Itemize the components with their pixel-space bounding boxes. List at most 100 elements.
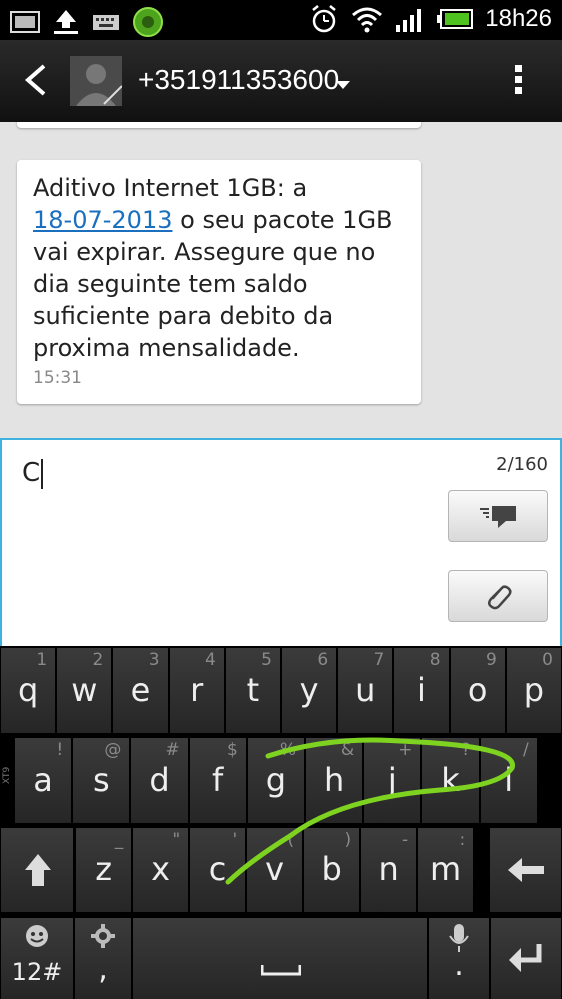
shift-key[interactable] [1,828,73,912]
status-time: 18h26 [485,5,552,32]
key-hint: ) [344,830,352,850]
chevron-down-icon[interactable] [336,80,350,90]
key-o[interactable]: 9o [450,648,505,733]
app-badge-icon [132,6,164,38]
message-thread[interactable]: Aditivo Internet 1GB: a 18-07-2013 o seu … [0,122,562,438]
send-button[interactable] [448,490,548,542]
key-w[interactable]: 2w [57,648,112,733]
key-label: v [265,850,285,888]
conversation-header: +351911353600 [0,40,562,122]
key-z[interactable]: _ z [76,828,132,912]
period-key[interactable]: . [429,918,489,999]
key-d[interactable]: # d [131,738,188,823]
key-v[interactable]: (v [247,828,303,912]
key-hint: 7 [373,650,385,670]
key-label: b [321,850,342,888]
key-hint: : [459,830,466,850]
key-label: x [151,850,171,888]
key-hint: & [340,740,355,760]
key-u[interactable]: 7u [338,648,393,733]
key-r[interactable]: 4r [169,648,224,733]
emoji-icon [25,924,49,948]
message-input[interactable]: C [22,458,44,489]
key-label: j [387,760,397,799]
wifi-icon [351,5,383,33]
send-icon [478,503,518,529]
key-hint: + [398,740,413,760]
avatar[interactable] [70,56,122,106]
key-f[interactable]: $ f [189,738,246,823]
key-label: p [523,670,545,709]
shift-icon [25,854,51,886]
symbols-key[interactable]: 12# [1,918,73,999]
key-hint: 8 [429,650,441,670]
backspace-key[interactable] [490,828,561,912]
key-m[interactable]: :m [418,828,474,912]
enter-key[interactable] [491,918,561,999]
key-e[interactable]: 3e [113,648,168,733]
key-hint: 3 [148,650,160,670]
key-hint: - [402,830,409,850]
key-p[interactable]: 0p [506,648,561,733]
key-x[interactable]: " x [133,828,189,912]
key-label: l [504,760,514,799]
key-a[interactable]: ! a [15,738,72,823]
key-g[interactable]: % g [247,738,304,823]
key-j[interactable]: + j [364,738,421,823]
key-n[interactable]: -n [361,828,417,912]
back-icon[interactable] [22,62,48,98]
key-label: i [417,670,426,709]
key-hint: $ [226,740,238,760]
keyboard-icon [92,12,120,32]
key-label: h [323,760,345,799]
key-q[interactable]: 1q [1,648,56,733]
key-label: g [265,760,287,799]
key-hint: 9 [485,650,497,670]
key-c[interactable]: ' c [190,828,246,912]
key-label: w [71,670,98,709]
key-t[interactable]: 5t [225,648,280,733]
message-text-part: Aditivo Internet 1GB: a [33,174,308,202]
keyboard-mode-label: XT9 [2,766,12,784]
key-hint: 6 [317,650,329,670]
key-hint: " [172,830,181,850]
backspace-icon [508,858,544,882]
message-bubble[interactable]: Aditivo Internet 1GB: a 18-07-2013 o seu … [17,160,421,404]
period-label: . [454,948,464,983]
key-label: y [299,670,319,709]
key-hint: 0 [542,650,553,670]
status-bar: 18h26 [0,0,562,40]
key-hint: @ [104,740,122,760]
key-label: n [378,850,399,888]
key-label: s [92,760,110,799]
key-s[interactable]: @ s [73,738,130,823]
overflow-menu-icon[interactable] [514,64,524,96]
signal-icon [395,5,425,33]
key-i[interactable]: 8i [394,648,449,733]
date-link[interactable]: 18-07-2013 [33,206,172,234]
keyboard[interactable]: XT9 1 q 2 w 3 e 4 r 5 t 6 y 7 u 8 i 9 o 0 p! a @ s # d $ f% g & h + j? k… [0,646,562,999]
key-k[interactable]: ? k [422,738,479,823]
space-key[interactable] [133,918,427,999]
message-time: 15:31 [33,368,82,388]
comma-label: , [98,952,108,987]
attach-button[interactable] [448,570,548,622]
message-input-value: C [22,458,41,488]
key-hint: 1 [36,650,48,670]
key-hint: 5 [261,650,272,670]
key-hint: ' [232,830,238,850]
key-l[interactable]: / l [480,738,537,823]
comma-key[interactable]: , [75,918,131,999]
key-b[interactable]: ) b [304,828,360,912]
compose-area[interactable]: C 2/160 [0,438,562,648]
key-label: d [149,760,170,799]
key-hint: 4 [204,650,216,670]
paperclip-icon [483,581,513,611]
key-y[interactable]: 6y [282,648,337,733]
contact-number[interactable]: +351911353600 [138,64,339,96]
key-label: t [246,670,260,709]
message-bubble-previous [17,122,421,128]
key-label: k [441,760,460,799]
key-h[interactable]: & h [306,738,363,823]
key-hint: ? [461,740,471,760]
